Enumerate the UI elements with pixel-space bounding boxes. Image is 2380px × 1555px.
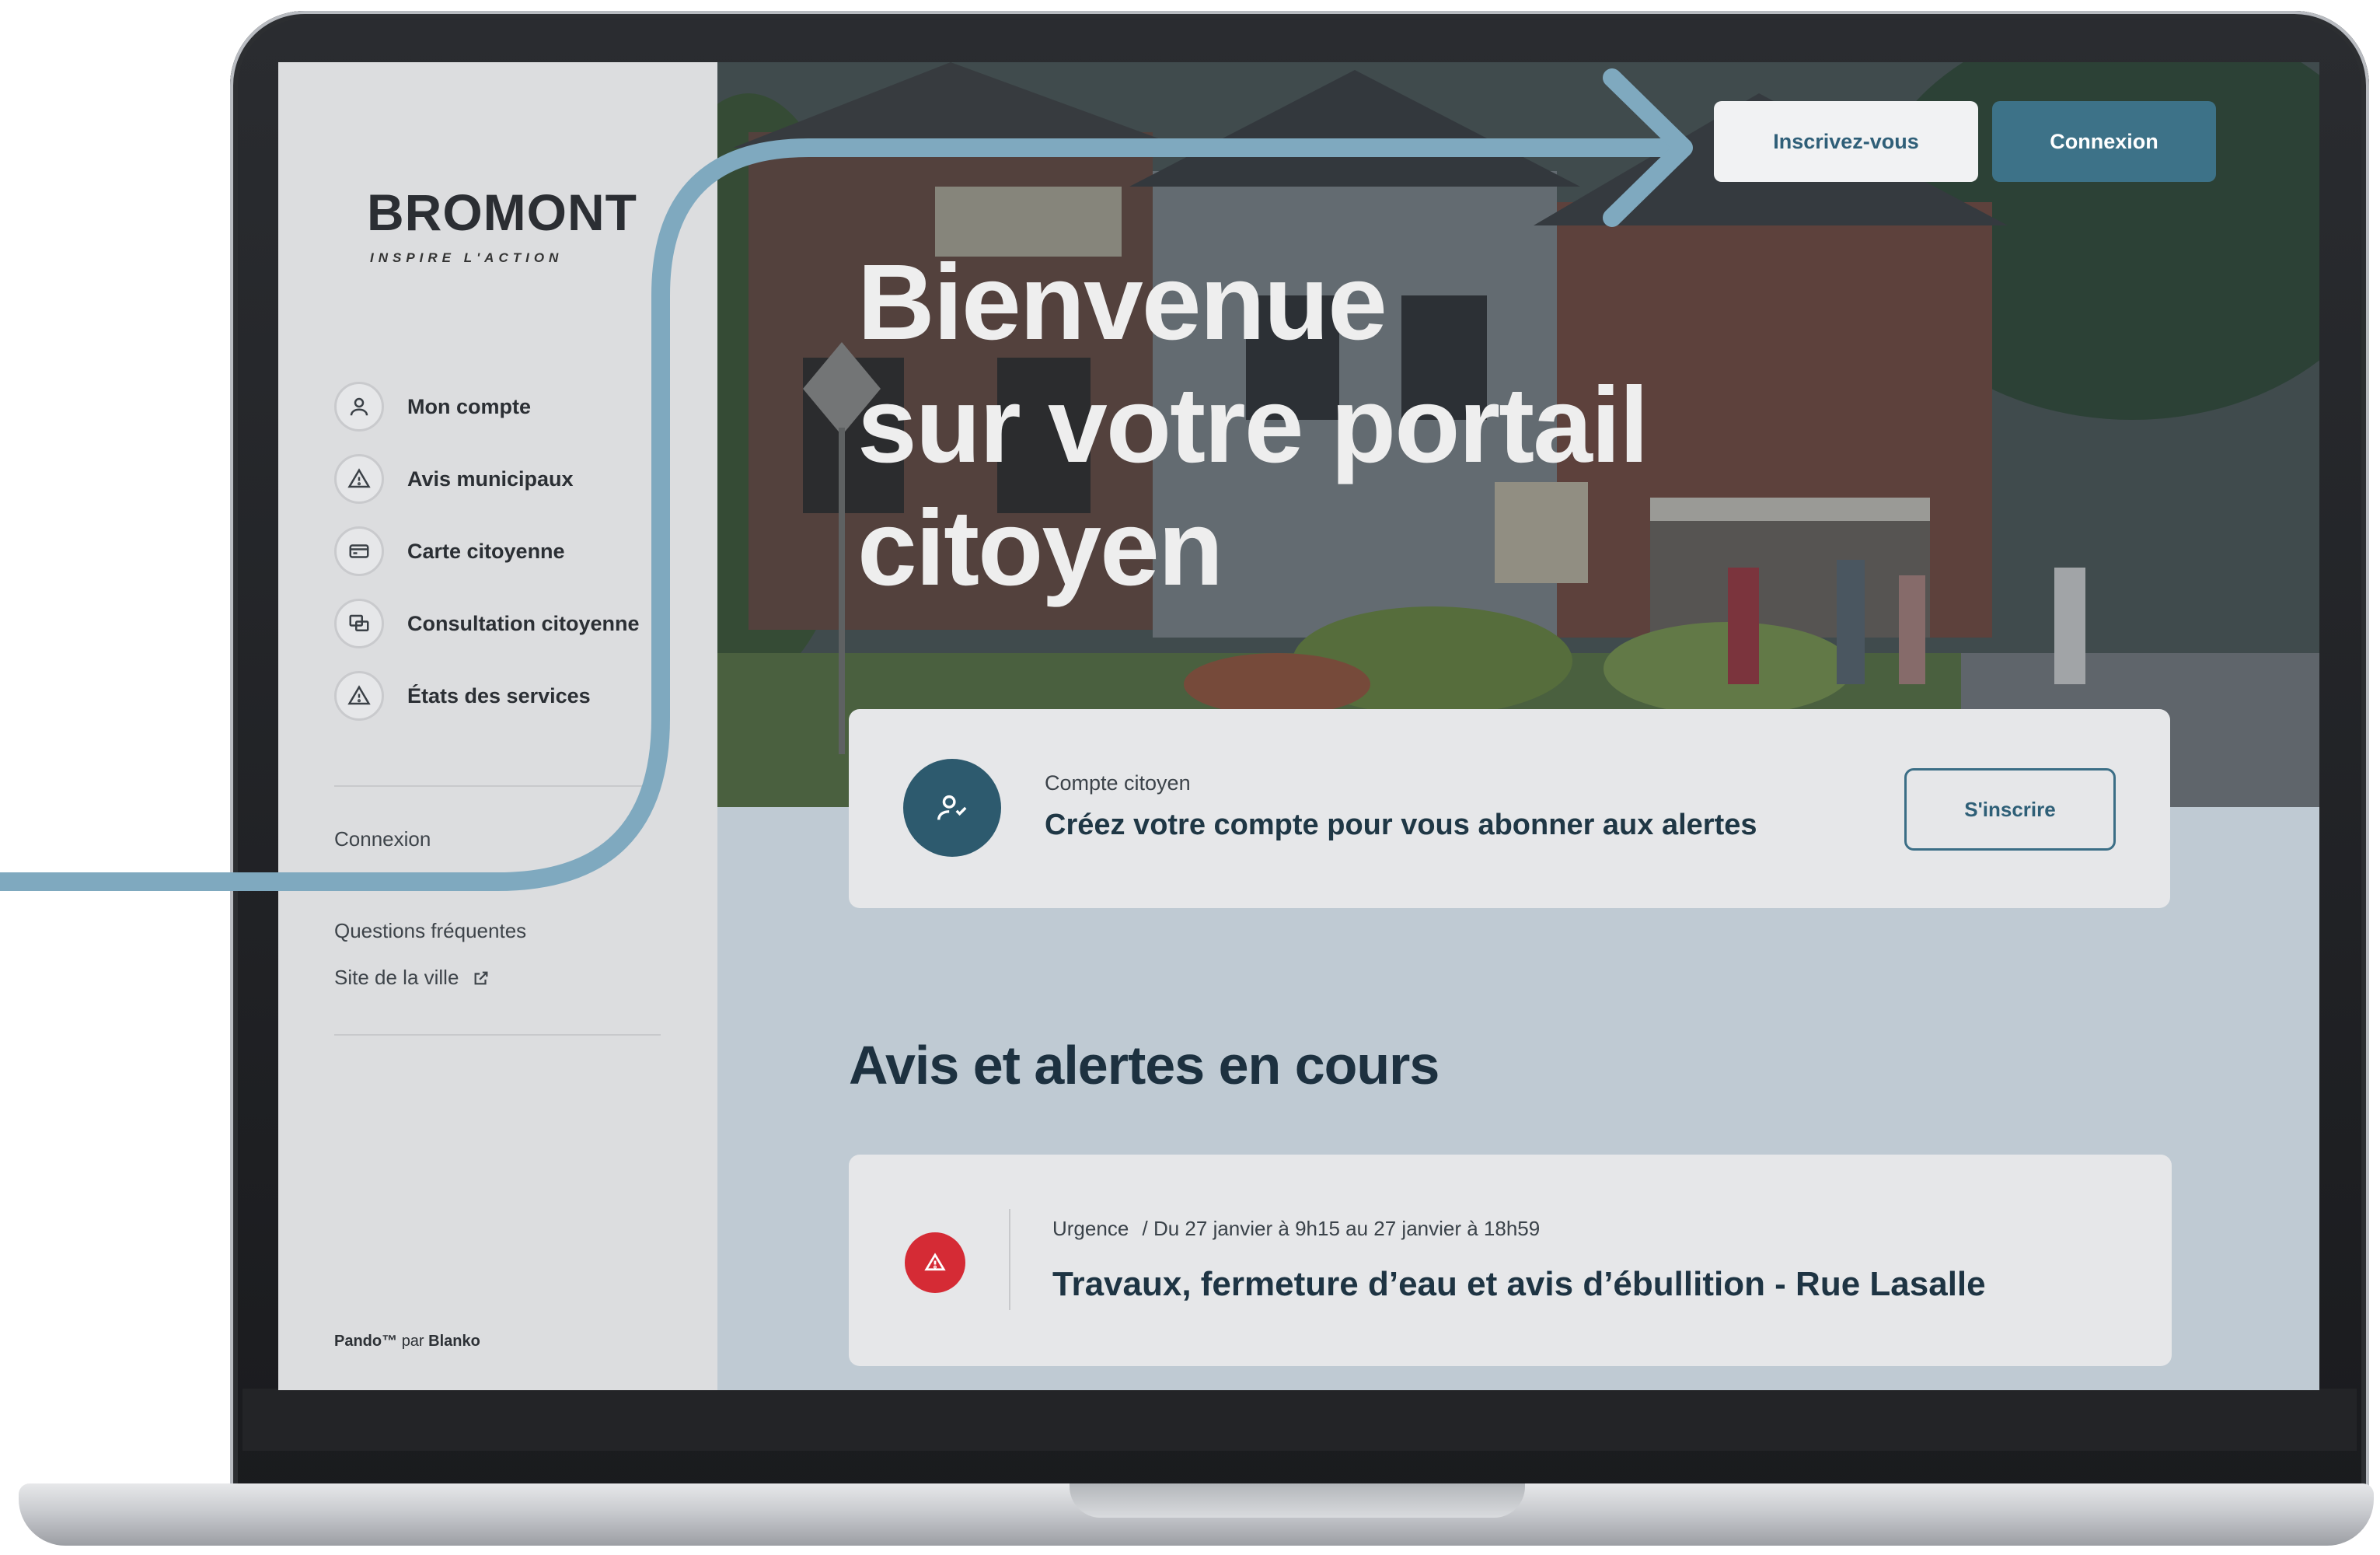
hero-title-line: citoyen xyxy=(857,488,1223,608)
powered-product: Pando™ xyxy=(334,1333,398,1350)
hero-title-line: Bienvenue xyxy=(857,243,1387,362)
alert-warning-icon xyxy=(905,1232,965,1293)
alert-category: Urgence xyxy=(1052,1217,1129,1240)
sidebar-login-link[interactable]: Connexion xyxy=(334,827,431,851)
logo-tagline: INSPIRE L'ACTION xyxy=(370,250,564,265)
alert-card[interactable]: Urgence / Du 27 janvier à 9h15 au 27 jan… xyxy=(849,1155,2172,1366)
alert-title: Travaux, fermeture d’eau et avis d’ébull… xyxy=(1052,1265,1986,1303)
hero-title: Bienvenue sur votre portail citoyen xyxy=(857,241,1712,610)
account-card-title: Créez votre compte pour vous abonner aux… xyxy=(1045,809,1757,841)
sidebar-divider xyxy=(334,785,661,787)
signup-button[interactable]: S'inscrire xyxy=(1904,768,2116,851)
register-button[interactable]: Inscrivez-vous xyxy=(1714,101,1978,182)
faq-link[interactable]: Questions fréquentes xyxy=(334,919,526,943)
sidebar-nav: Mon compte Avis municipaux Carte citoyen… xyxy=(334,379,640,741)
login-button[interactable]: Connexion xyxy=(1992,101,2216,182)
user-check-icon xyxy=(903,759,1001,857)
hero-banner: Bienvenue sur votre portail citoyen Insc… xyxy=(717,62,2319,807)
city-site-link-label: Site de la ville xyxy=(334,966,459,989)
laptop-bezel-bottom xyxy=(243,1389,2357,1451)
alert-separator xyxy=(1009,1209,1010,1310)
alert-dates: / Du 27 janvier à 9h15 au 27 janvier à 1… xyxy=(1142,1217,1541,1240)
warning-icon xyxy=(334,671,384,721)
sidebar-item-label: Avis municipaux xyxy=(407,466,574,491)
external-link-icon xyxy=(474,971,488,985)
sidebar-item-avis-municipaux[interactable]: Avis municipaux xyxy=(334,452,640,506)
user-icon xyxy=(334,382,384,432)
sidebar-item-label: Carte citoyenne xyxy=(407,539,565,563)
sidebar-item-label: Mon compte xyxy=(407,394,531,418)
sidebar-item-label: États des services xyxy=(407,683,591,708)
sidebar-divider xyxy=(334,1034,661,1036)
alert-meta: Urgence / Du 27 janvier à 9h15 au 27 jan… xyxy=(1052,1217,1540,1241)
account-card-eyebrow: Compte citoyen xyxy=(1045,771,1191,795)
hero-title-line: sur votre portail xyxy=(857,365,1649,485)
sidebar-item-carte-citoyenne[interactable]: Carte citoyenne xyxy=(334,524,640,578)
powered-by-word: par xyxy=(401,1333,424,1350)
brand-logo[interactable]: BROMONT INSPIRE L'ACTION xyxy=(367,187,647,266)
account-card: Compte citoyen Créez votre compte pour v… xyxy=(849,709,2170,908)
card-icon xyxy=(334,526,384,576)
chat-icon xyxy=(334,599,384,648)
sidebar-item-etats-des-services[interactable]: États des services xyxy=(334,669,640,723)
laptop-notch xyxy=(1070,1483,1525,1518)
powered-by[interactable]: Pando™ par Blanko xyxy=(334,1333,480,1351)
powered-company: Blanko xyxy=(428,1333,480,1350)
logo-wordmark: BROMONT xyxy=(367,183,637,241)
sidebar-item-consultation-citoyenne[interactable]: Consultation citoyenne xyxy=(334,596,640,651)
alerts-section-title: Avis et alertes en cours xyxy=(849,1035,1440,1095)
sidebar-item-mon-compte[interactable]: Mon compte xyxy=(334,379,640,434)
warning-icon xyxy=(334,454,384,504)
sidebar: BROMONT INSPIRE L'ACTION Mon compte Avis… xyxy=(278,62,717,1390)
city-site-link[interactable]: Site de la ville xyxy=(334,966,490,990)
screen: BROMONT INSPIRE L'ACTION Mon compte Avis… xyxy=(278,62,2319,1390)
sidebar-item-label: Consultation citoyenne xyxy=(407,611,640,635)
